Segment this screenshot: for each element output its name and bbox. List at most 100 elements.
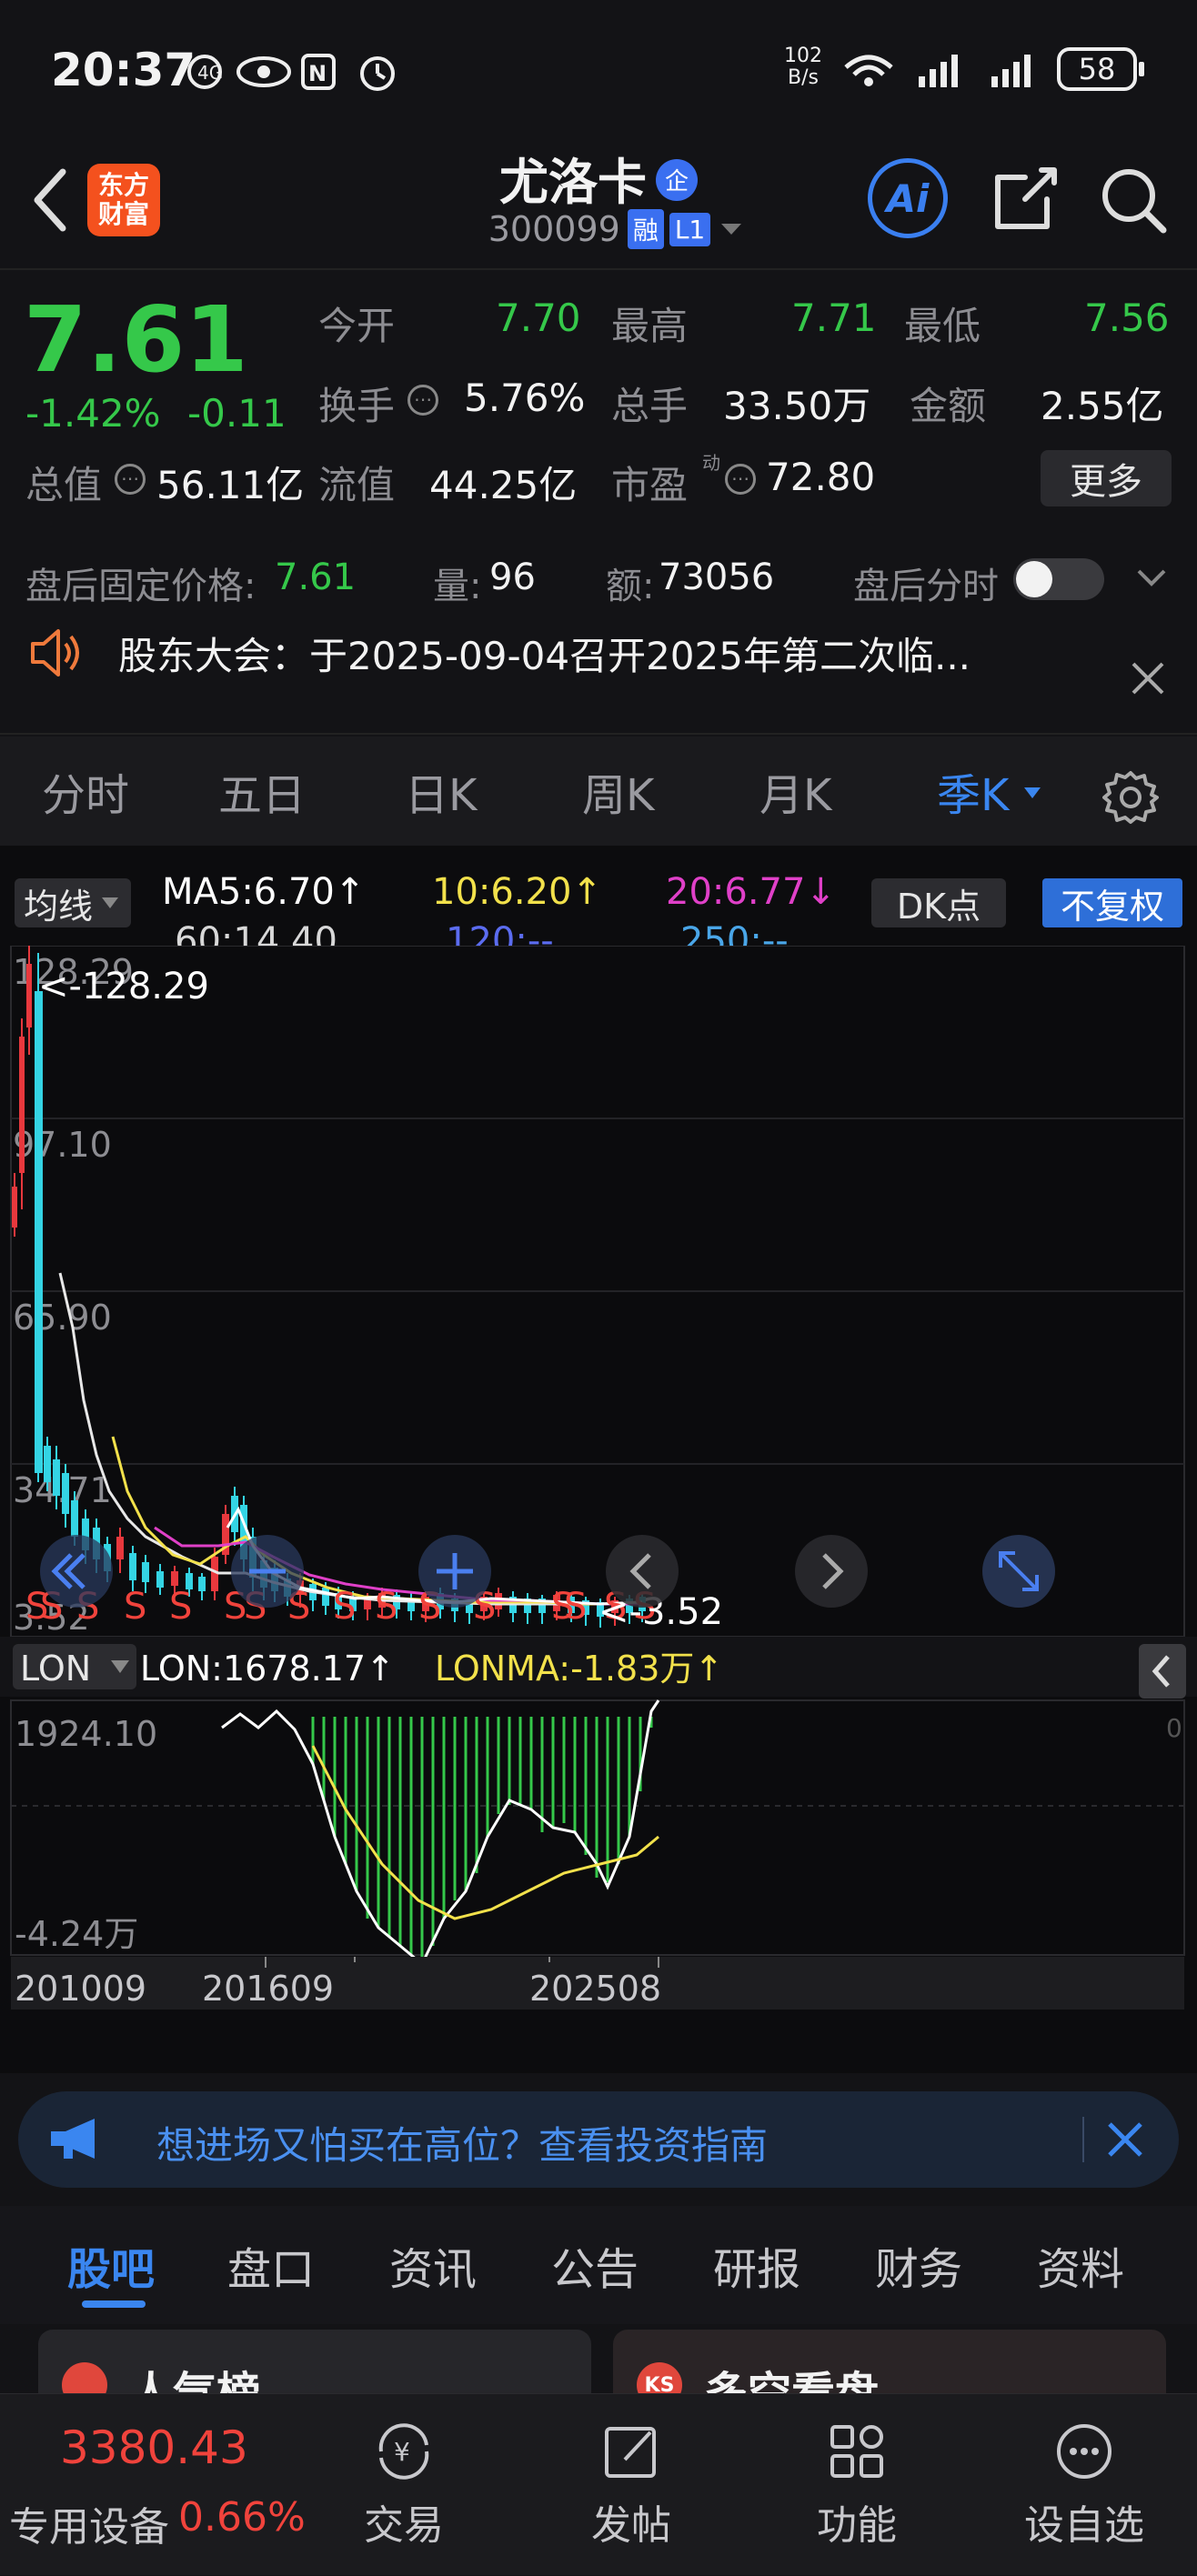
- chevron-right-icon[interactable]: [795, 1535, 868, 1608]
- settings-icon[interactable]: [1102, 769, 1159, 829]
- close-icon[interactable]: [1128, 658, 1168, 702]
- nav-functions-label: 功能: [817, 2502, 897, 2549]
- divider: [0, 733, 1197, 735]
- share-icon[interactable]: [984, 158, 1066, 240]
- tab-financials[interactable]: 财务: [875, 2233, 962, 2297]
- fast-back-icon[interactable]: [40, 1535, 113, 1608]
- edit-icon: [605, 2427, 656, 2478]
- chevron-down-icon[interactable]: [1135, 564, 1168, 595]
- sell-mark: S: [333, 1586, 356, 1628]
- tab-orderbook[interactable]: 盘口: [227, 2233, 315, 2297]
- y-label: 65.90: [13, 1298, 112, 1338]
- low-value: 7.56: [1084, 296, 1170, 340]
- tab-profile[interactable]: 资料: [1037, 2233, 1124, 2297]
- index-ticker[interactable]: 3380.43 专用设备 0.66%: [0, 2394, 309, 2576]
- megaphone-icon: [47, 2115, 106, 2166]
- index-pct: 0.66%: [178, 2494, 306, 2541]
- net-speed: 102 B/s: [784, 45, 822, 89]
- ma10-value: 10:6.20↑: [432, 871, 602, 913]
- info-icon[interactable]: ⋯: [725, 464, 756, 495]
- margin-badge: 融: [627, 209, 664, 249]
- info-icon[interactable]: ⋯: [407, 385, 438, 416]
- info-icon[interactable]: ⋯: [115, 464, 146, 495]
- nav-watchlist[interactable]: 设自选: [993, 2394, 1175, 2576]
- net-speed-unit: B/s: [788, 66, 819, 89]
- timeshare-toggle[interactable]: [1013, 558, 1104, 600]
- timeshare-label: 盘后分时: [853, 566, 999, 607]
- after-hours-vol: 96: [489, 556, 536, 598]
- tab-timeshare[interactable]: 分时: [42, 759, 129, 823]
- amount-value: 2.55亿: [1041, 384, 1164, 428]
- index-value: 3380.43: [60, 2421, 248, 2474]
- level-badge: L1: [669, 212, 711, 246]
- high-label: 最高: [611, 304, 689, 348]
- sell-mark: S: [375, 1586, 397, 1628]
- ai-button[interactable]: Ai: [868, 158, 948, 238]
- indicator-y-bottom: -4.24万: [15, 1914, 138, 1954]
- stock-code: 300099: [488, 209, 620, 249]
- quote-panel: 7.61 -1.42% -0.11 今开 7.70 最高 7.71 最低 7.5…: [0, 268, 1197, 532]
- kline-chart-area[interactable]: 均线 MA5:6.70↑ 10:6.20↑ 20:6.77↓ 60:14.40 …: [0, 846, 1197, 2073]
- high-value: 7.71: [791, 296, 877, 340]
- float-label: 流值: [318, 463, 396, 507]
- nav-watchlist-label: 设自选: [1024, 2502, 1144, 2549]
- speaker-icon: [27, 626, 86, 684]
- content-tabs: 股吧 盘口 资讯 公告 研报 财务 资料: [0, 2206, 1197, 2324]
- index-label: 专用设备: [9, 2504, 169, 2551]
- tab-announcements[interactable]: 公告: [551, 2233, 639, 2297]
- close-icon[interactable]: [1106, 2120, 1144, 2162]
- after-hours-row: 盘后固定价格: 7.61 量: 96 额: 73056 盘后分时: [0, 546, 1197, 609]
- svg-text:4G: 4G: [197, 62, 223, 84]
- kline-plot[interactable]: 128.29 97.10 65.90 34.71 3.52: [0, 946, 1197, 2010]
- float-value: 44.25亿: [429, 463, 578, 507]
- max-marker: <-128.29: [38, 966, 209, 1007]
- fullscreen-icon[interactable]: [982, 1535, 1055, 1608]
- nav-post[interactable]: 发帖: [540, 2394, 722, 2576]
- zoom-out-icon[interactable]: [231, 1535, 304, 1608]
- zoom-in-icon[interactable]: [418, 1535, 491, 1608]
- guide-banner[interactable]: 想进场又怕买在高位？查看投资指南: [18, 2091, 1179, 2188]
- notice-bar[interactable]: 股东大会：于2025-09-04召开2025年第二次临...: [0, 609, 1197, 727]
- pe-superscript: 动: [702, 452, 720, 474]
- more-button[interactable]: 更多: [1041, 450, 1172, 506]
- signal-icons: [841, 47, 1051, 96]
- nav-functions[interactable]: 功能: [766, 2394, 948, 2576]
- dropdown-icon[interactable]: [718, 220, 745, 238]
- apps-icon: [830, 2425, 883, 2478]
- adjust-button[interactable]: 不复权: [1042, 878, 1182, 927]
- sell-mark: S: [169, 1586, 192, 1628]
- tab-five-day[interactable]: 五日: [218, 759, 306, 823]
- dk-button[interactable]: DK点: [871, 878, 1006, 927]
- search-icon[interactable]: [1091, 158, 1173, 240]
- indicator-selector[interactable]: LON: [20, 1649, 91, 1689]
- nav-post-label: 发帖: [591, 2502, 671, 2549]
- pe-label: 市盈: [611, 463, 689, 507]
- ma-selector[interactable]: 均线: [15, 878, 131, 927]
- nav-trade[interactable]: ¥ 交易: [313, 2394, 495, 2576]
- tab-indicator: [82, 2300, 146, 2308]
- after-hours-price: 7.61: [275, 556, 357, 598]
- tab-day-k[interactable]: 日K: [405, 759, 477, 823]
- tab-quarter-k[interactable]: 季K: [937, 759, 1009, 823]
- chevron-left-icon[interactable]: [606, 1535, 679, 1608]
- banner-text: 想进场又怕买在高位？查看投资指南: [156, 2123, 769, 2168]
- caret-down-icon[interactable]: [1022, 786, 1042, 804]
- tab-month-k[interactable]: 月K: [759, 759, 831, 823]
- volume-label: 总手: [611, 384, 689, 428]
- tab-news[interactable]: 资讯: [389, 2233, 477, 2297]
- x-label: 201009: [15, 1969, 146, 2009]
- sell-mark: S: [564, 1586, 587, 1628]
- indicator-y-top: 1924.10: [15, 1714, 157, 1754]
- tab-week-k[interactable]: 周K: [582, 759, 654, 823]
- tab-guba[interactable]: 股吧: [67, 2233, 155, 2297]
- after-hours-amt-label: 额:: [606, 566, 655, 607]
- period-tabs: 分时 五日 日K 周K 月K 季K: [0, 737, 1197, 846]
- status-bar: 20:37 4G N 102 B/s 58: [0, 0, 1197, 136]
- pe-value: 72.80: [766, 455, 876, 499]
- tab-research[interactable]: 研报: [713, 2233, 800, 2297]
- collapse-button[interactable]: [1139, 1644, 1186, 1699]
- battery-icon: 58: [1057, 47, 1137, 91]
- enterprise-badge: 企: [656, 158, 698, 201]
- after-hours-price-label: 盘后固定价格:: [25, 566, 256, 607]
- current-price: 7.61: [24, 286, 248, 393]
